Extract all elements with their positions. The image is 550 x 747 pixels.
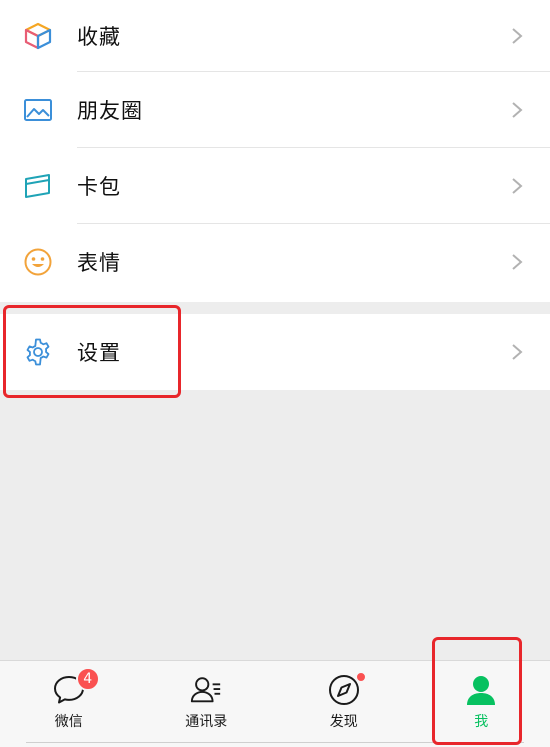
chevron-right-icon — [510, 101, 524, 119]
menu-item-label: 收藏 — [77, 25, 121, 49]
menu-item-settings[interactable]: 设置 — [0, 314, 550, 390]
chevron-right-icon — [510, 253, 524, 271]
menu-item-moments[interactable]: 朋友圈 — [0, 72, 550, 148]
menu-group-main: 收藏 朋友圈 卡包 表情 — [0, 0, 550, 302]
unread-badge: 4 — [75, 667, 100, 691]
tab-label: 通讯录 — [185, 714, 228, 730]
tab-label: 发现 — [329, 714, 358, 730]
menu-item-label: 表情 — [77, 251, 121, 275]
menu-item-card-wallet[interactable]: 卡包 — [0, 148, 550, 224]
card-wallet-icon — [23, 171, 53, 201]
contacts-icon — [189, 673, 223, 707]
tab-me[interactable]: 我 — [413, 661, 550, 747]
menu-item-stickers[interactable]: 表情 — [0, 224, 550, 300]
tab-label: 我 — [474, 714, 489, 730]
chevron-right-icon — [510, 343, 524, 361]
discover-compass-icon — [327, 671, 367, 707]
me-person-icon — [464, 673, 498, 707]
menu-group-settings: 设置 — [0, 314, 550, 390]
menu-item-label: 设置 — [77, 341, 121, 365]
menu-item-label: 朋友圈 — [77, 99, 143, 123]
bottom-tab-bar: 4 微信 通讯录 发现 我 — [0, 660, 550, 747]
tab-chats[interactable]: 4 微信 — [0, 661, 138, 747]
chevron-right-icon — [510, 177, 524, 195]
tab-discover[interactable]: 发现 — [275, 661, 413, 747]
chevron-right-icon — [510, 27, 524, 45]
home-indicator — [26, 742, 524, 743]
settings-gear-icon — [23, 337, 53, 367]
sticker-smiley-icon — [23, 247, 53, 277]
tab-label: 微信 — [54, 714, 83, 730]
chat-bubble-icon: 4 — [52, 667, 100, 707]
section-gap — [0, 302, 550, 314]
tab-contacts[interactable]: 通讯录 — [138, 661, 276, 747]
favorites-cube-icon — [23, 21, 53, 51]
menu-item-favorites[interactable]: 收藏 — [0, 0, 550, 72]
moments-picture-icon — [23, 95, 53, 125]
new-content-dot — [354, 671, 367, 683]
menu-item-label: 卡包 — [77, 175, 121, 199]
